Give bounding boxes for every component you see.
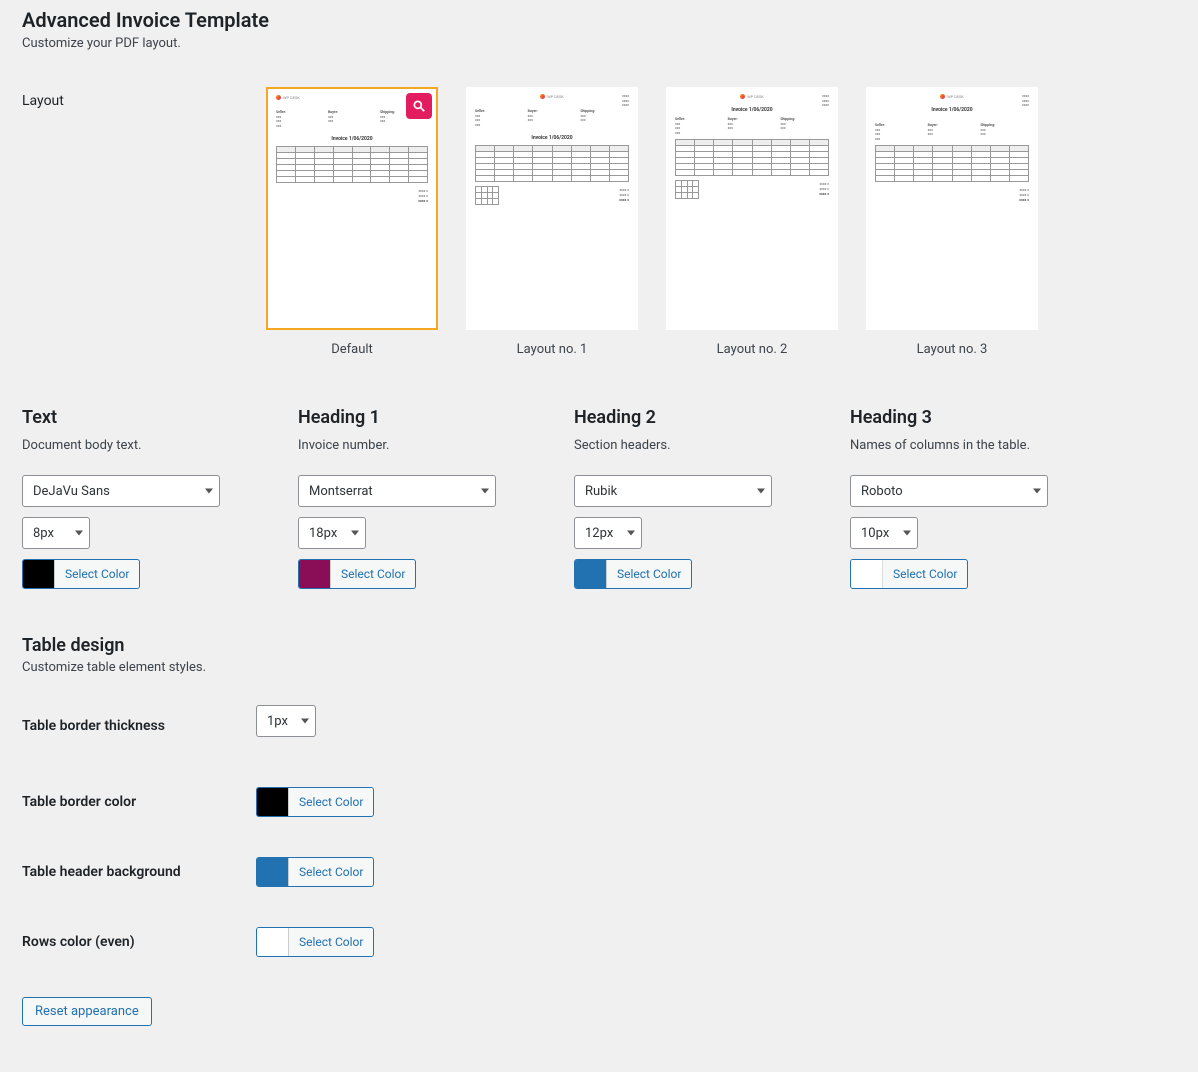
chevron-down-icon [205, 489, 213, 494]
zoom-icon[interactable] [406, 93, 432, 119]
layout-caption: Layout no. 1 [466, 342, 638, 357]
color-swatch [257, 928, 289, 956]
layout-label: Layout [22, 87, 266, 357]
row-label: Table border color [22, 794, 256, 810]
size-select[interactable]: 8px [22, 517, 90, 549]
font-select[interactable]: Montserrat [298, 475, 496, 507]
layout-caption: Layout no. 2 [666, 342, 838, 357]
layout-thumbnail[interactable]: WP DESKxxxxxxxxxxxxInvoice 1/06/2020Sell… [866, 87, 1038, 330]
color-picker[interactable]: Select Color [298, 559, 416, 589]
typo-title: Text [22, 407, 220, 428]
typography-block-1: Heading 1 Invoice number. Montserrat 18p… [298, 407, 496, 589]
chevron-down-icon [757, 489, 765, 494]
color-picker[interactable]: Select Color [574, 559, 692, 589]
layout-caption: Layout no. 3 [866, 342, 1038, 357]
chevron-down-icon [75, 531, 83, 536]
typo-title: Heading 1 [298, 407, 496, 428]
chevron-down-icon [627, 531, 635, 536]
typo-title: Heading 2 [574, 407, 772, 428]
layout-caption: Default [266, 342, 438, 357]
page-title: Advanced Invoice Template [22, 8, 1176, 32]
color-swatch [23, 560, 55, 588]
select-color-button[interactable]: Select Color [607, 560, 691, 588]
thickness-select[interactable]: 1px [256, 705, 316, 737]
color-swatch [299, 560, 331, 588]
color-picker[interactable]: Select Color [850, 559, 968, 589]
typo-title: Heading 3 [850, 407, 1048, 428]
font-select[interactable]: Roboto [850, 475, 1048, 507]
typo-desc: Section headers. [574, 438, 772, 453]
select-color-button[interactable]: Select Color [289, 788, 373, 816]
select-color-button[interactable]: Select Color [883, 560, 967, 588]
select-color-button[interactable]: Select Color [289, 858, 373, 886]
typo-desc: Document body text. [22, 438, 220, 453]
table-row-thickness: Table border thickness1px [22, 705, 1176, 747]
color-swatch [851, 560, 883, 588]
color-swatch [257, 788, 289, 816]
page-subtitle: Customize your PDF layout. [22, 36, 1176, 51]
color-swatch [257, 858, 289, 886]
table-row-headerBg: Table header background Select Color [22, 857, 1176, 887]
layout-option-2[interactable]: WP DESKxxxxxxxxxxxxInvoice 1/06/2020Sell… [666, 87, 838, 357]
typo-desc: Invoice number. [298, 438, 496, 453]
row-label: Table border thickness [22, 718, 256, 734]
font-select[interactable]: Rubik [574, 475, 772, 507]
chevron-down-icon [481, 489, 489, 494]
color-picker[interactable]: Select Color [22, 559, 140, 589]
layout-option-0[interactable]: WP DESKxxxxxxxxxxxxSeller:xxxxxxxxxBuyer… [266, 87, 438, 357]
reset-appearance-button[interactable]: Reset appearance [22, 997, 152, 1026]
layout-option-1[interactable]: WP DESKxxxxxxxxxxxxSeller:xxxxxxxxxBuyer… [466, 87, 638, 357]
row-label: Table header background [22, 864, 256, 880]
row-label: Rows color (even) [22, 934, 256, 950]
chevron-down-icon [351, 531, 359, 536]
select-color-button[interactable]: Select Color [331, 560, 415, 588]
layout-option-3[interactable]: WP DESKxxxxxxxxxxxxInvoice 1/06/2020Sell… [866, 87, 1038, 357]
table-design-title: Table design [22, 635, 1176, 656]
typography-block-3: Heading 3 Names of columns in the table.… [850, 407, 1048, 589]
table-row-borderColor: Table border color Select Color [22, 787, 1176, 817]
size-select[interactable]: 18px [298, 517, 366, 549]
select-color-button[interactable]: Select Color [55, 560, 139, 588]
layout-thumbnail[interactable]: WP DESKxxxxxxxxxxxxSeller:xxxxxxxxxBuyer… [466, 87, 638, 330]
size-select[interactable]: 10px [850, 517, 918, 549]
select-color-button[interactable]: Select Color [289, 928, 373, 956]
color-picker-borderColor[interactable]: Select Color [256, 787, 374, 817]
color-picker-rowsEven[interactable]: Select Color [256, 927, 374, 957]
table-row-rowsEven: Rows color (even) Select Color [22, 927, 1176, 957]
typography-block-2: Heading 2 Section headers. Rubik 12px Se… [574, 407, 772, 589]
table-design-subtitle: Customize table element styles. [22, 660, 1176, 675]
chevron-down-icon [903, 531, 911, 536]
chevron-down-icon [1033, 489, 1041, 494]
font-select[interactable]: DeJaVu Sans [22, 475, 220, 507]
layout-thumbnail[interactable]: WP DESKxxxxxxxxxxxxSeller:xxxxxxxxxBuyer… [266, 87, 438, 330]
color-swatch [575, 560, 607, 588]
layout-thumbnail[interactable]: WP DESKxxxxxxxxxxxxInvoice 1/06/2020Sell… [666, 87, 838, 330]
color-picker-headerBg[interactable]: Select Color [256, 857, 374, 887]
typo-desc: Names of columns in the table. [850, 438, 1048, 453]
typography-block-0: Text Document body text. DeJaVu Sans 8px… [22, 407, 220, 589]
size-select[interactable]: 12px [574, 517, 642, 549]
chevron-down-icon [301, 719, 309, 724]
